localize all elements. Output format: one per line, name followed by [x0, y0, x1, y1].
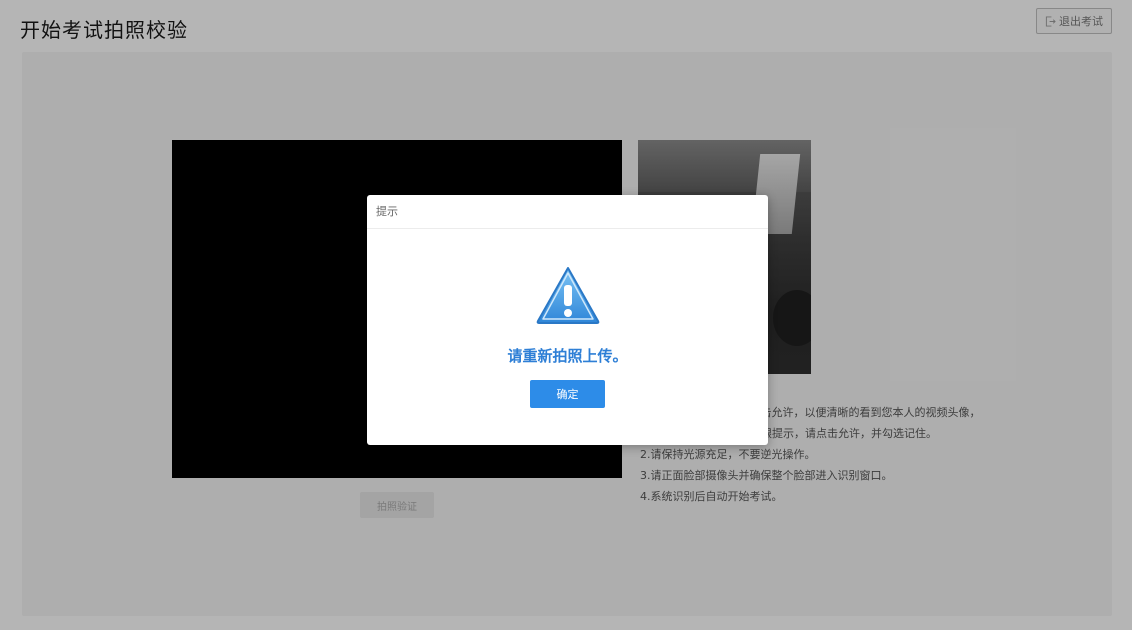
dialog-title: 提示: [367, 195, 768, 229]
alert-dialog: 提示 请重新拍照上传。 确定: [367, 195, 768, 445]
dialog-message: 请重新拍照上传。: [507, 347, 628, 365]
warning-icon: [536, 267, 600, 324]
confirm-button[interactable]: 确定: [530, 380, 605, 408]
